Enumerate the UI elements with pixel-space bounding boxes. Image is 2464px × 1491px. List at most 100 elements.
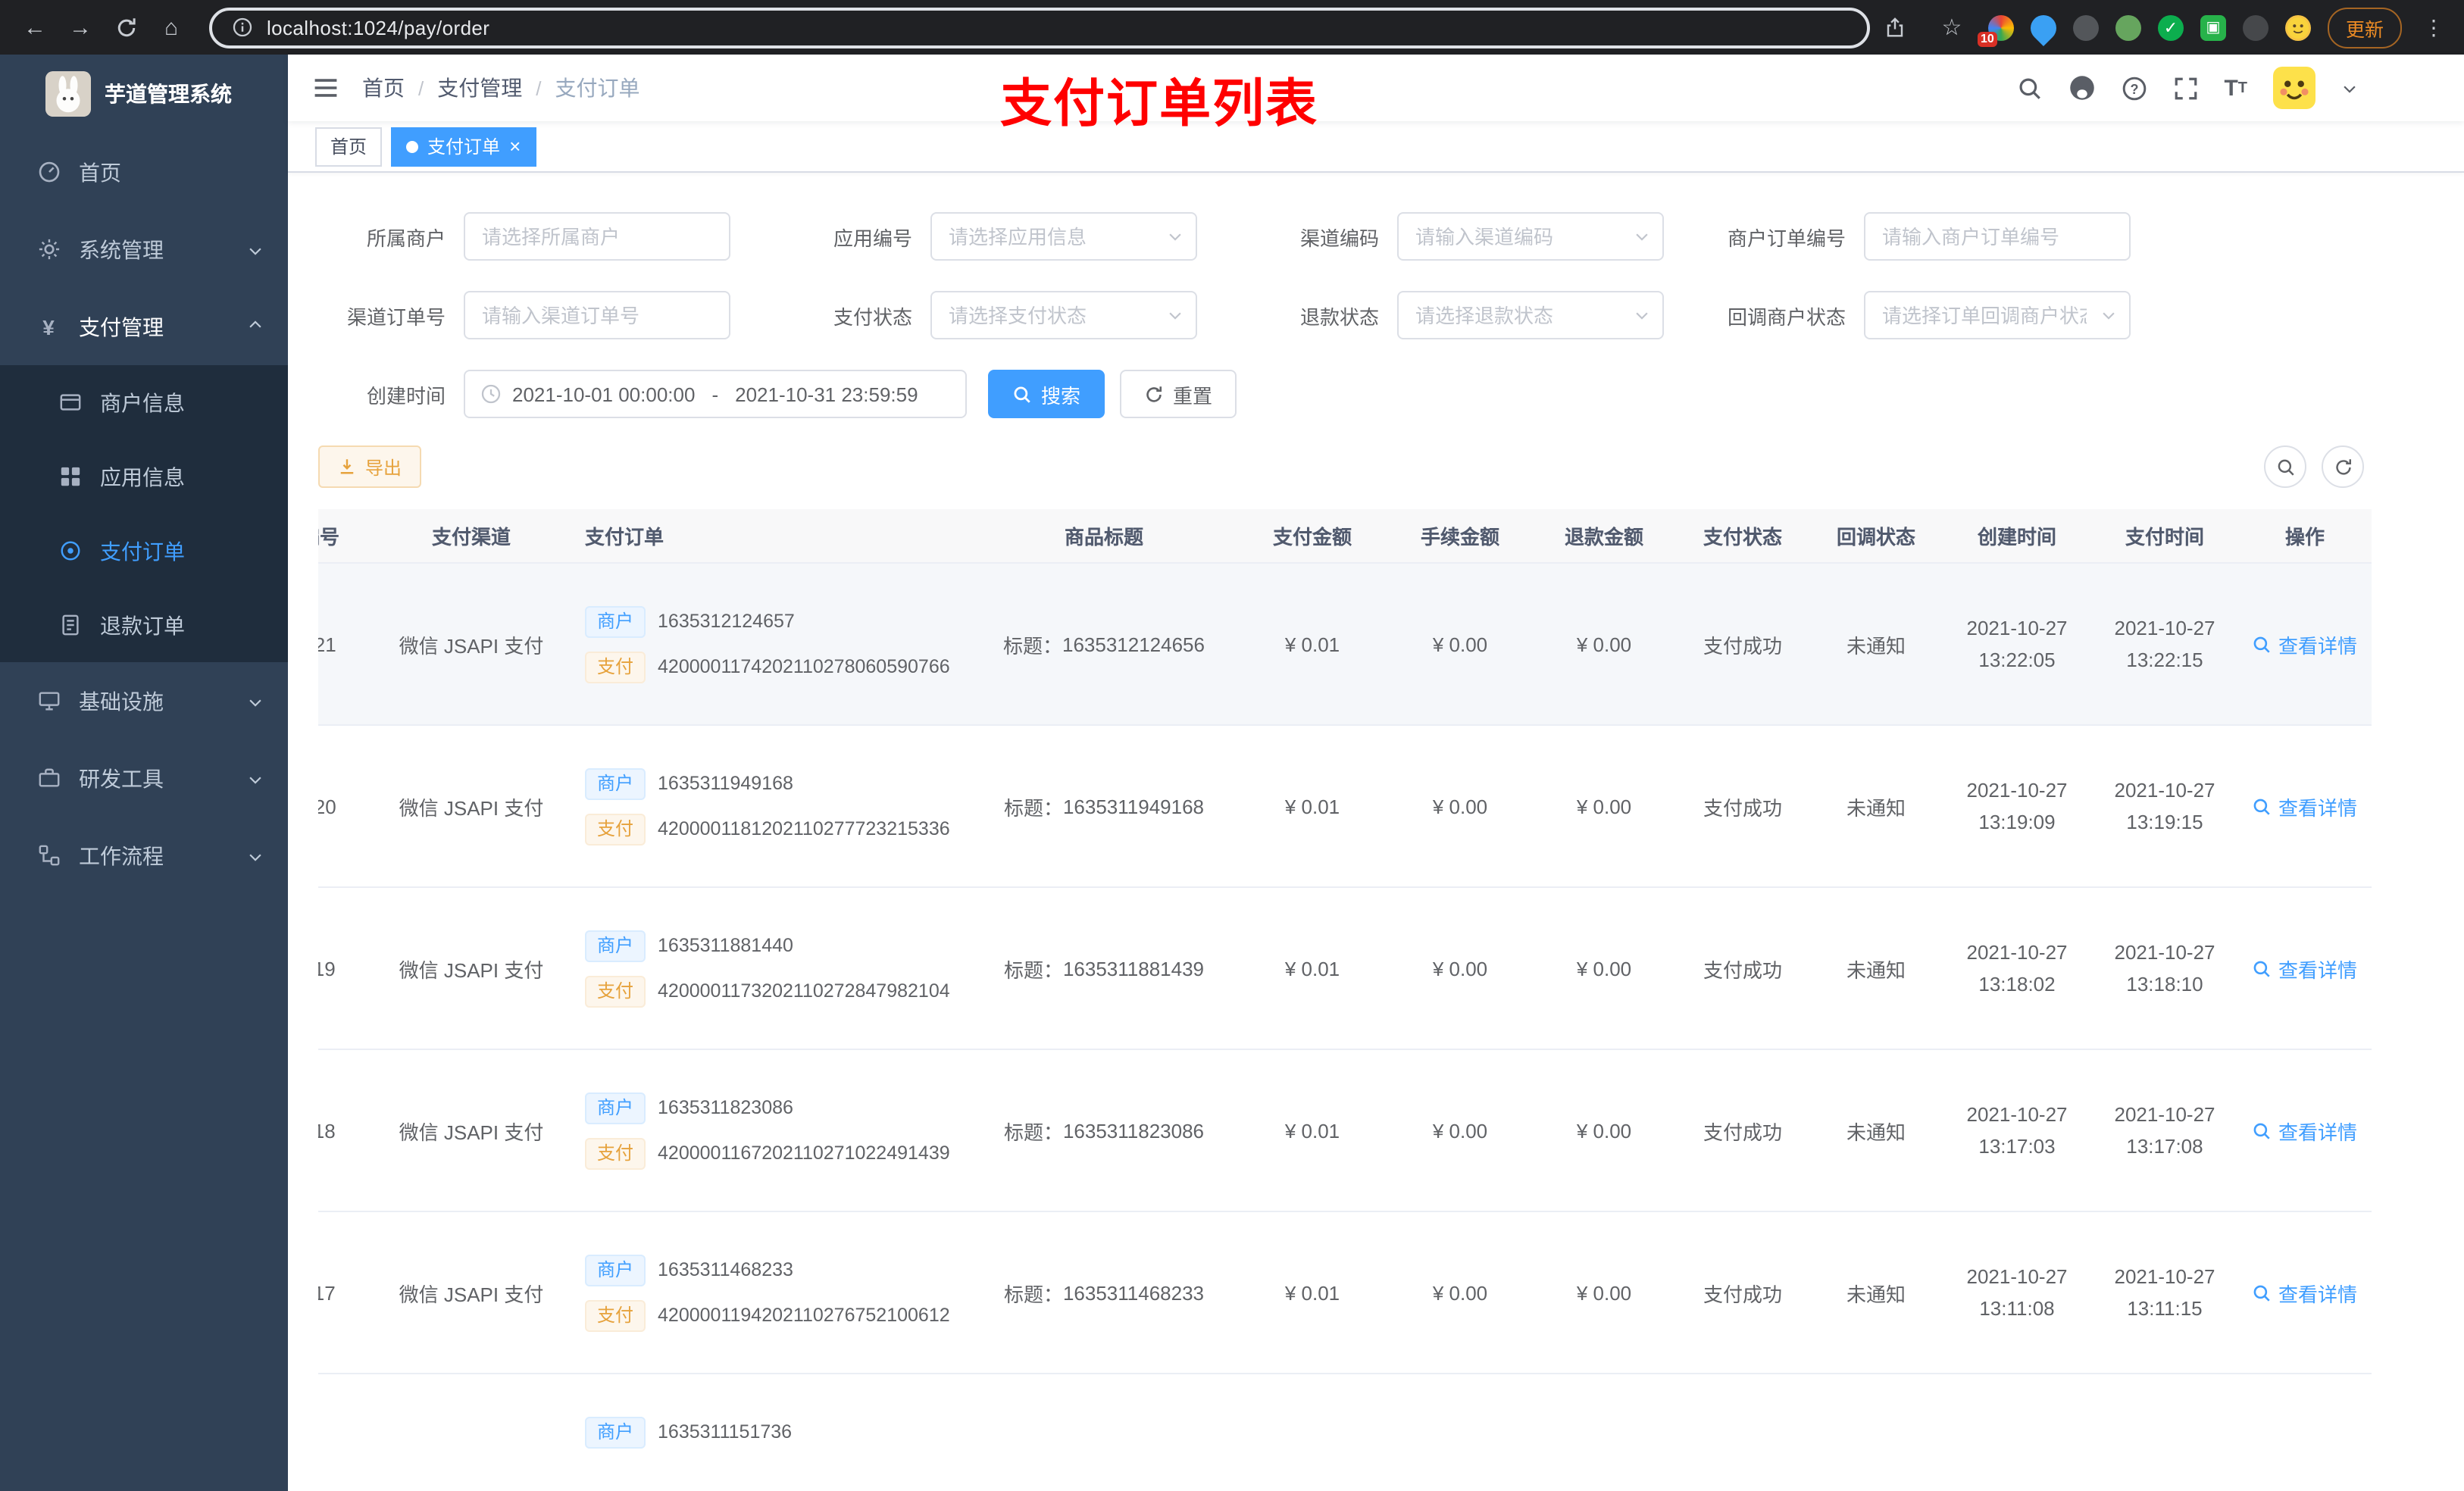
extension-drop-icon[interactable] — [2025, 8, 2062, 46]
browser-back-button[interactable]: ← — [15, 8, 55, 47]
extension-pin-icon[interactable] — [2242, 14, 2269, 40]
pay-status-input[interactable] — [930, 291, 1197, 339]
sidebar-item-home[interactable]: 首页 — [0, 133, 288, 211]
cell-amount: ¥ 0.01 — [1284, 633, 1340, 655]
cell-action: 查看详情 — [2238, 630, 2372, 658]
cell-title: 标题： 1635312124656 — [971, 630, 1237, 658]
avatar-caret-button[interactable] — [2341, 80, 2358, 96]
view-detail-link[interactable]: 查看详情 — [2253, 954, 2357, 983]
export-button[interactable]: 导出 — [318, 445, 422, 488]
sidebar-item-infra[interactable]: 基础设施 — [0, 662, 288, 739]
filter-label: 退款状态 — [1299, 305, 1379, 328]
column-header-fee: 手续金额 — [1420, 526, 1499, 549]
filter-label: 渠道订单号 — [346, 305, 446, 328]
channel-code-input[interactable] — [1397, 212, 1664, 261]
reset-button-label: 重置 — [1173, 384, 1213, 407]
chevron-down-icon — [247, 689, 264, 713]
view-detail-link[interactable]: 查看详情 — [2253, 630, 2357, 658]
cell-status: 支付成功 — [1703, 958, 1782, 981]
cell-action: 查看详情 — [2238, 1278, 2372, 1307]
reset-button[interactable]: 重置 — [1120, 370, 1237, 418]
sidebar-item-refund-order[interactable]: 退款订单 — [0, 588, 288, 662]
merchant-select[interactable] — [464, 212, 730, 261]
toggle-search-button[interactable] — [2264, 445, 2306, 488]
view-detail-link[interactable]: 查看详情 — [2253, 1278, 2357, 1307]
channel-order-input-wrap[interactable] — [464, 291, 730, 339]
view-detail-link[interactable]: 查看详情 — [2253, 1116, 2357, 1145]
help-button[interactable]: ? — [2121, 75, 2147, 101]
notify-status-select[interactable] — [1864, 291, 2131, 339]
sidebar-item-payment[interactable]: ¥ 支付管理 — [0, 288, 288, 365]
cell-channel: 微信 JSAPI 支付 — [399, 1121, 544, 1143]
fullscreen-button[interactable] — [2172, 75, 2198, 101]
address-bar[interactable]: localhost:1024/pay/order — [209, 7, 1870, 48]
title-prefix: 标题： — [1003, 958, 1063, 981]
table-toolbar: 导出 — [318, 445, 2434, 488]
notify-status-input[interactable] — [1864, 291, 2131, 339]
search-icon — [2018, 77, 2040, 98]
browser-menu-button[interactable]: ⋮ — [2419, 14, 2449, 40]
app-select[interactable] — [930, 212, 1197, 261]
tab-label: 支付订单 — [427, 136, 501, 158]
refund-status-select[interactable] — [1397, 291, 1664, 339]
view-detail-link[interactable]: 查看详情 — [2253, 792, 2357, 821]
merchant-order-input[interactable] — [1864, 212, 2131, 261]
fullscreen-icon — [2175, 77, 2197, 99]
sidebar-item-system[interactable]: 系统管理 — [0, 211, 288, 288]
user-avatar[interactable] — [2273, 67, 2315, 109]
cell-status: 支付成功 — [1703, 634, 1782, 657]
browser-reload-button[interactable] — [106, 8, 145, 47]
merchant-select-input[interactable] — [464, 212, 730, 261]
filter-pay-status: 支付状态 — [785, 291, 1197, 339]
tab-pay-order[interactable]: 支付订单 × — [391, 127, 536, 166]
tab-home[interactable]: 首页 — [315, 127, 383, 166]
pay-status-select[interactable] — [930, 291, 1197, 339]
extension-check-icon[interactable]: ✓ — [2157, 14, 2184, 40]
filter-form: 所属商户 应用编号 — [318, 212, 2434, 418]
bookmark-star-button[interactable]: ☆ — [1932, 8, 1972, 47]
browser-forward-button[interactable]: → — [61, 8, 100, 47]
app-logo[interactable]: 芋道管理系统 — [0, 55, 288, 133]
sidebar-item-merchant-info[interactable]: 商户信息 — [0, 365, 288, 439]
app-select-input[interactable] — [930, 212, 1197, 261]
refresh-table-button[interactable] — [2322, 445, 2364, 488]
extension-colorful-icon[interactable]: 10 — [1977, 14, 2014, 46]
channel-order-input[interactable] — [464, 291, 730, 339]
filter-label: 商户订单编号 — [1727, 227, 1846, 249]
cell-create-time: 2021-10-27 13:11:08 — [1966, 1264, 2068, 1320]
sidebar-item-pay-order[interactable]: 支付订单 — [0, 514, 288, 588]
chevron-down-icon — [1634, 307, 1650, 324]
page-title-annotation: 支付订单列表 — [1000, 76, 1318, 133]
header-search-button[interactable] — [2016, 75, 2042, 101]
extension-chat-icon[interactable]: ▣ — [2200, 14, 2226, 40]
refund-status-input[interactable] — [1397, 291, 1664, 339]
merchant-order-input-wrap[interactable] — [1864, 212, 2131, 261]
flow-icon — [36, 844, 61, 867]
font-size-button[interactable]: TT — [2224, 75, 2247, 101]
browser-home-button[interactable]: ⌂ — [152, 8, 191, 47]
title-prefix: 标题： — [1003, 1283, 1063, 1305]
table-header-row: 编号 支付渠道 支付订单 商品标题 支付金额 手续金额 退款金额 支付状态 回调… — [318, 509, 2372, 564]
search-button[interactable]: 搜索 — [988, 370, 1105, 418]
yen-icon: ¥ — [42, 314, 55, 339]
channel-code-select[interactable] — [1397, 212, 1664, 261]
close-icon[interactable]: × — [509, 136, 521, 156]
site-info-icon — [233, 17, 252, 37]
breadcrumb-current: 支付订单 — [555, 76, 640, 100]
share-button[interactable] — [1876, 8, 1915, 47]
browser-profile-avatar[interactable] — [2284, 14, 2311, 40]
merchant-order-number: 1635311823086 — [658, 1097, 793, 1118]
browser-update-button[interactable]: 更新 — [2327, 7, 2402, 48]
sidebar-item-workflow[interactable]: 工作流程 — [0, 817, 288, 894]
extension-dark-icon[interactable] — [2072, 14, 2099, 40]
breadcrumb-section[interactable]: 支付管理 — [437, 73, 522, 103]
sidebar-toggle-button[interactable] — [312, 74, 339, 102]
extension-green-icon[interactable] — [2115, 14, 2141, 40]
sidebar-item-app-info[interactable]: 应用信息 — [0, 439, 288, 514]
github-button[interactable] — [2068, 74, 2095, 102]
date-range-picker[interactable]: 2021-10-01 00:00:00 - 2021-10-31 23:59:5… — [464, 370, 967, 418]
breadcrumb-separator: / — [536, 77, 542, 99]
sidebar-item-devtools[interactable]: 研发工具 — [0, 739, 288, 817]
breadcrumb-home[interactable]: 首页 — [362, 73, 405, 103]
cell-pay-time: 2021-10-27 13:18:10 — [2114, 940, 2215, 996]
